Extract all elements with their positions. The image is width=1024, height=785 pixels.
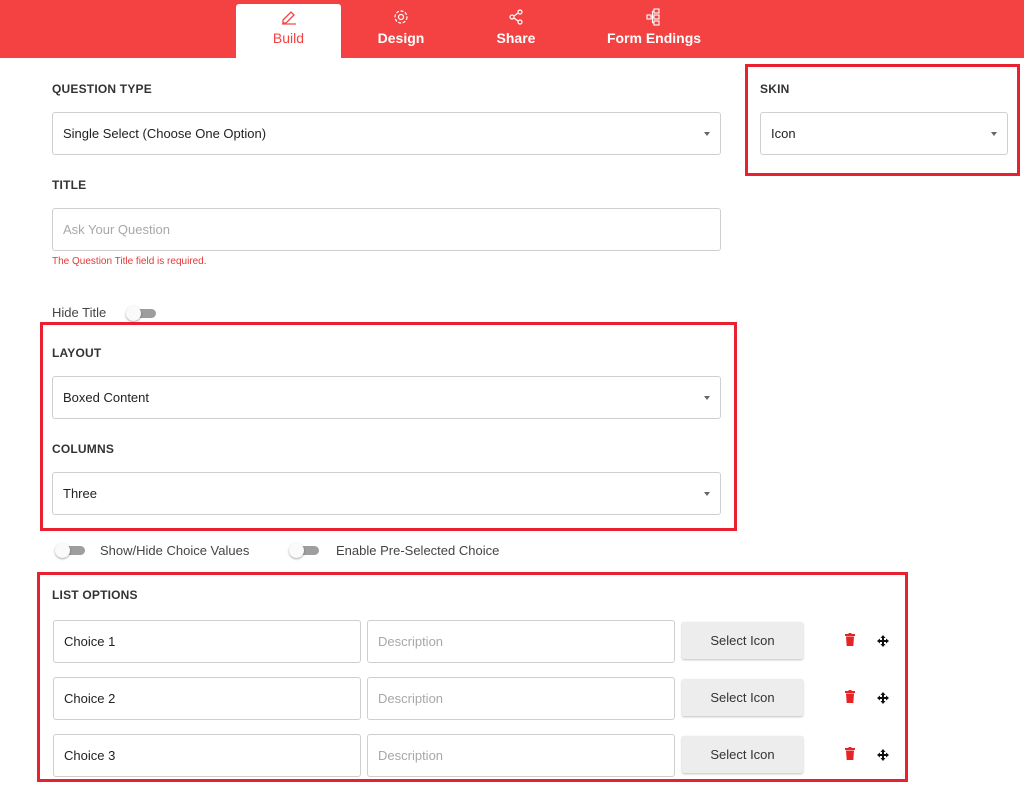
title-label: TITLE [52, 178, 87, 192]
skin-highlight-box [745, 64, 1020, 176]
chevron-down-icon [704, 132, 710, 136]
edit-icon [236, 4, 341, 28]
tab-form-endings[interactable]: Form Endings [596, 4, 712, 58]
question-type-value: Single Select (Choose One Option) [63, 126, 267, 141]
tab-share-label: Share [496, 30, 536, 46]
title-input[interactable]: Ask Your Question [52, 208, 721, 251]
top-nav-bar: Build Design Share Form Endings [0, 0, 1024, 58]
pre-selected-toggle[interactable] [289, 543, 319, 558]
tab-build[interactable]: Build [236, 4, 341, 58]
tab-design-label: Design [377, 30, 425, 46]
show-hide-values-label: Show/Hide Choice Values [100, 543, 250, 558]
list-options-highlight-box [37, 572, 908, 782]
pre-selected-label: Enable Pre-Selected Choice [336, 543, 500, 558]
hide-title-toggle[interactable] [126, 306, 156, 321]
tab-share[interactable]: Share [478, 4, 554, 58]
tab-build-label: Build [272, 30, 305, 46]
hide-title-label: Hide Title [52, 305, 107, 320]
layout-highlight-box [40, 322, 737, 531]
show-hide-values-toggle[interactable] [55, 543, 85, 558]
title-error-message: The Question Title field is required. [52, 256, 207, 267]
question-type-label: QUESTION TYPE [52, 82, 152, 96]
tab-form-endings-label: Form Endings [606, 30, 702, 46]
tab-design[interactable]: Design [360, 4, 442, 58]
share-icon [478, 4, 554, 28]
title-placeholder: Ask Your Question [63, 222, 170, 237]
question-type-select[interactable]: Single Select (Choose One Option) [52, 112, 721, 155]
flow-icon [596, 4, 712, 28]
gear-icon [360, 4, 442, 28]
